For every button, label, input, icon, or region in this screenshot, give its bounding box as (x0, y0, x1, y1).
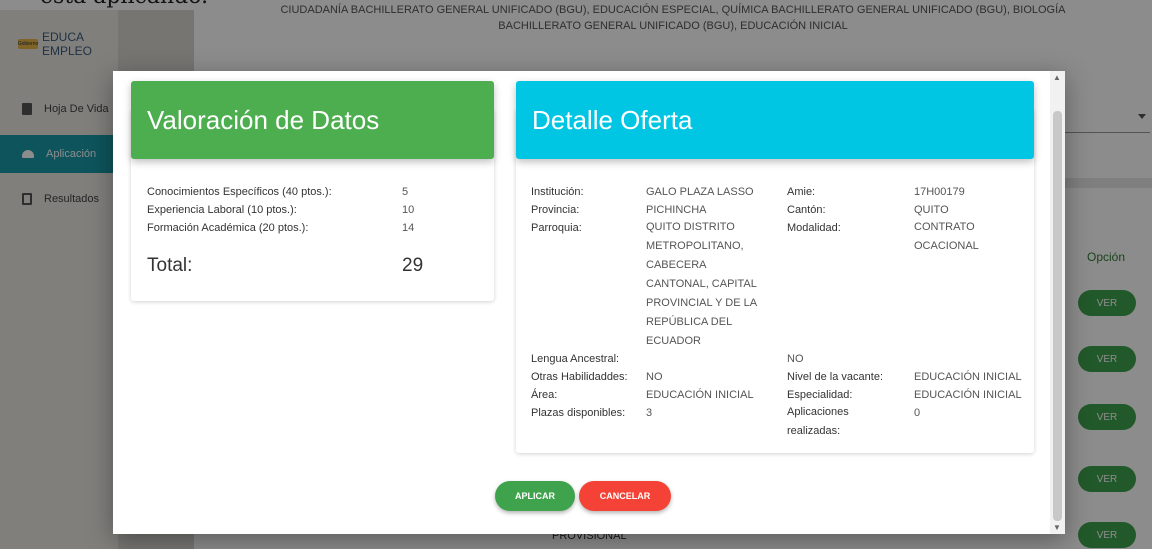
valoracion-row-label: Formación Académica (20 ptos.): (147, 222, 309, 234)
amie-value: 17H00179 (914, 186, 965, 198)
especialidad-label: Especialidad: (787, 389, 853, 401)
area-label: Área: (531, 389, 558, 401)
institucion-value: GALO PLAZA LASSO (646, 186, 754, 198)
canton-value: QUITO (914, 204, 949, 216)
provincia-value: PICHINCHA (646, 204, 707, 216)
canton-label: Cantón: (787, 204, 826, 216)
lengua-label: Lengua Ancestral: (531, 353, 620, 365)
valoracion-row-value: 14 (402, 222, 415, 234)
valoracion-title: Valoración de Datos (131, 81, 494, 159)
provincia-label: Provincia: (531, 204, 580, 216)
aplicar-button[interactable]: APLICAR (495, 481, 575, 511)
parroquia-value: QUITO DISTRITO METROPOLITANO, CABECERA C… (646, 221, 757, 347)
aplicaciones-label: Aplicaciones realizadas: (787, 406, 849, 437)
total-value: 29 (402, 255, 424, 276)
valoracion-row-value: 5 (402, 186, 409, 198)
especialidad-value: EDUCACIÓN INICIAL (914, 389, 1022, 401)
application-modal: Conocimientos Específicos (40 ptos.): 5 … (113, 71, 1065, 534)
valoracion-row-label: Conocimientos Específicos (40 ptos.): (147, 186, 332, 198)
otras-habilidades-label: Otras Habilidaddes: (531, 371, 628, 383)
chevron-up-icon[interactable]: ▲ (1053, 73, 1061, 82)
detalle-card: Institución: GALO PLAZA LASSO Amie: 17H0… (516, 109, 1034, 453)
modalidad-value: CONTRATO OCACIONAL (914, 221, 979, 252)
valoracion-row-label: Experiencia Laboral (10 ptos.): (147, 204, 297, 216)
detalle-title: Detalle Oferta (516, 81, 1034, 159)
total-label: Total: (147, 255, 193, 276)
plazas-value: 3 (646, 407, 653, 419)
valoracion-row-value: 10 (402, 204, 415, 216)
chevron-down-icon[interactable]: ▼ (1053, 523, 1061, 532)
scrollbar-thumb[interactable] (1053, 111, 1062, 521)
nivel-value: EDUCACIÓN INICIAL (914, 371, 1022, 383)
amie-label: Amie: (787, 186, 816, 198)
aplicaciones-value: 0 (914, 407, 921, 419)
lengua-value: NO (787, 353, 804, 365)
cancelar-button[interactable]: CANCELAR (579, 481, 671, 511)
modalidad-label: Modalidad: (787, 222, 841, 234)
plazas-label: Plazas disponibles: (531, 407, 626, 419)
institucion-label: Institución: (531, 186, 584, 198)
nivel-label: Nivel de la vacante: (787, 371, 883, 383)
otras-habilidades-value: NO (646, 371, 663, 383)
area-value: EDUCACIÓN INICIAL (646, 389, 754, 401)
modal-scrollbar[interactable]: ▲ ▼ (1050, 71, 1065, 534)
parroquia-label: Parroquia: (531, 222, 582, 234)
